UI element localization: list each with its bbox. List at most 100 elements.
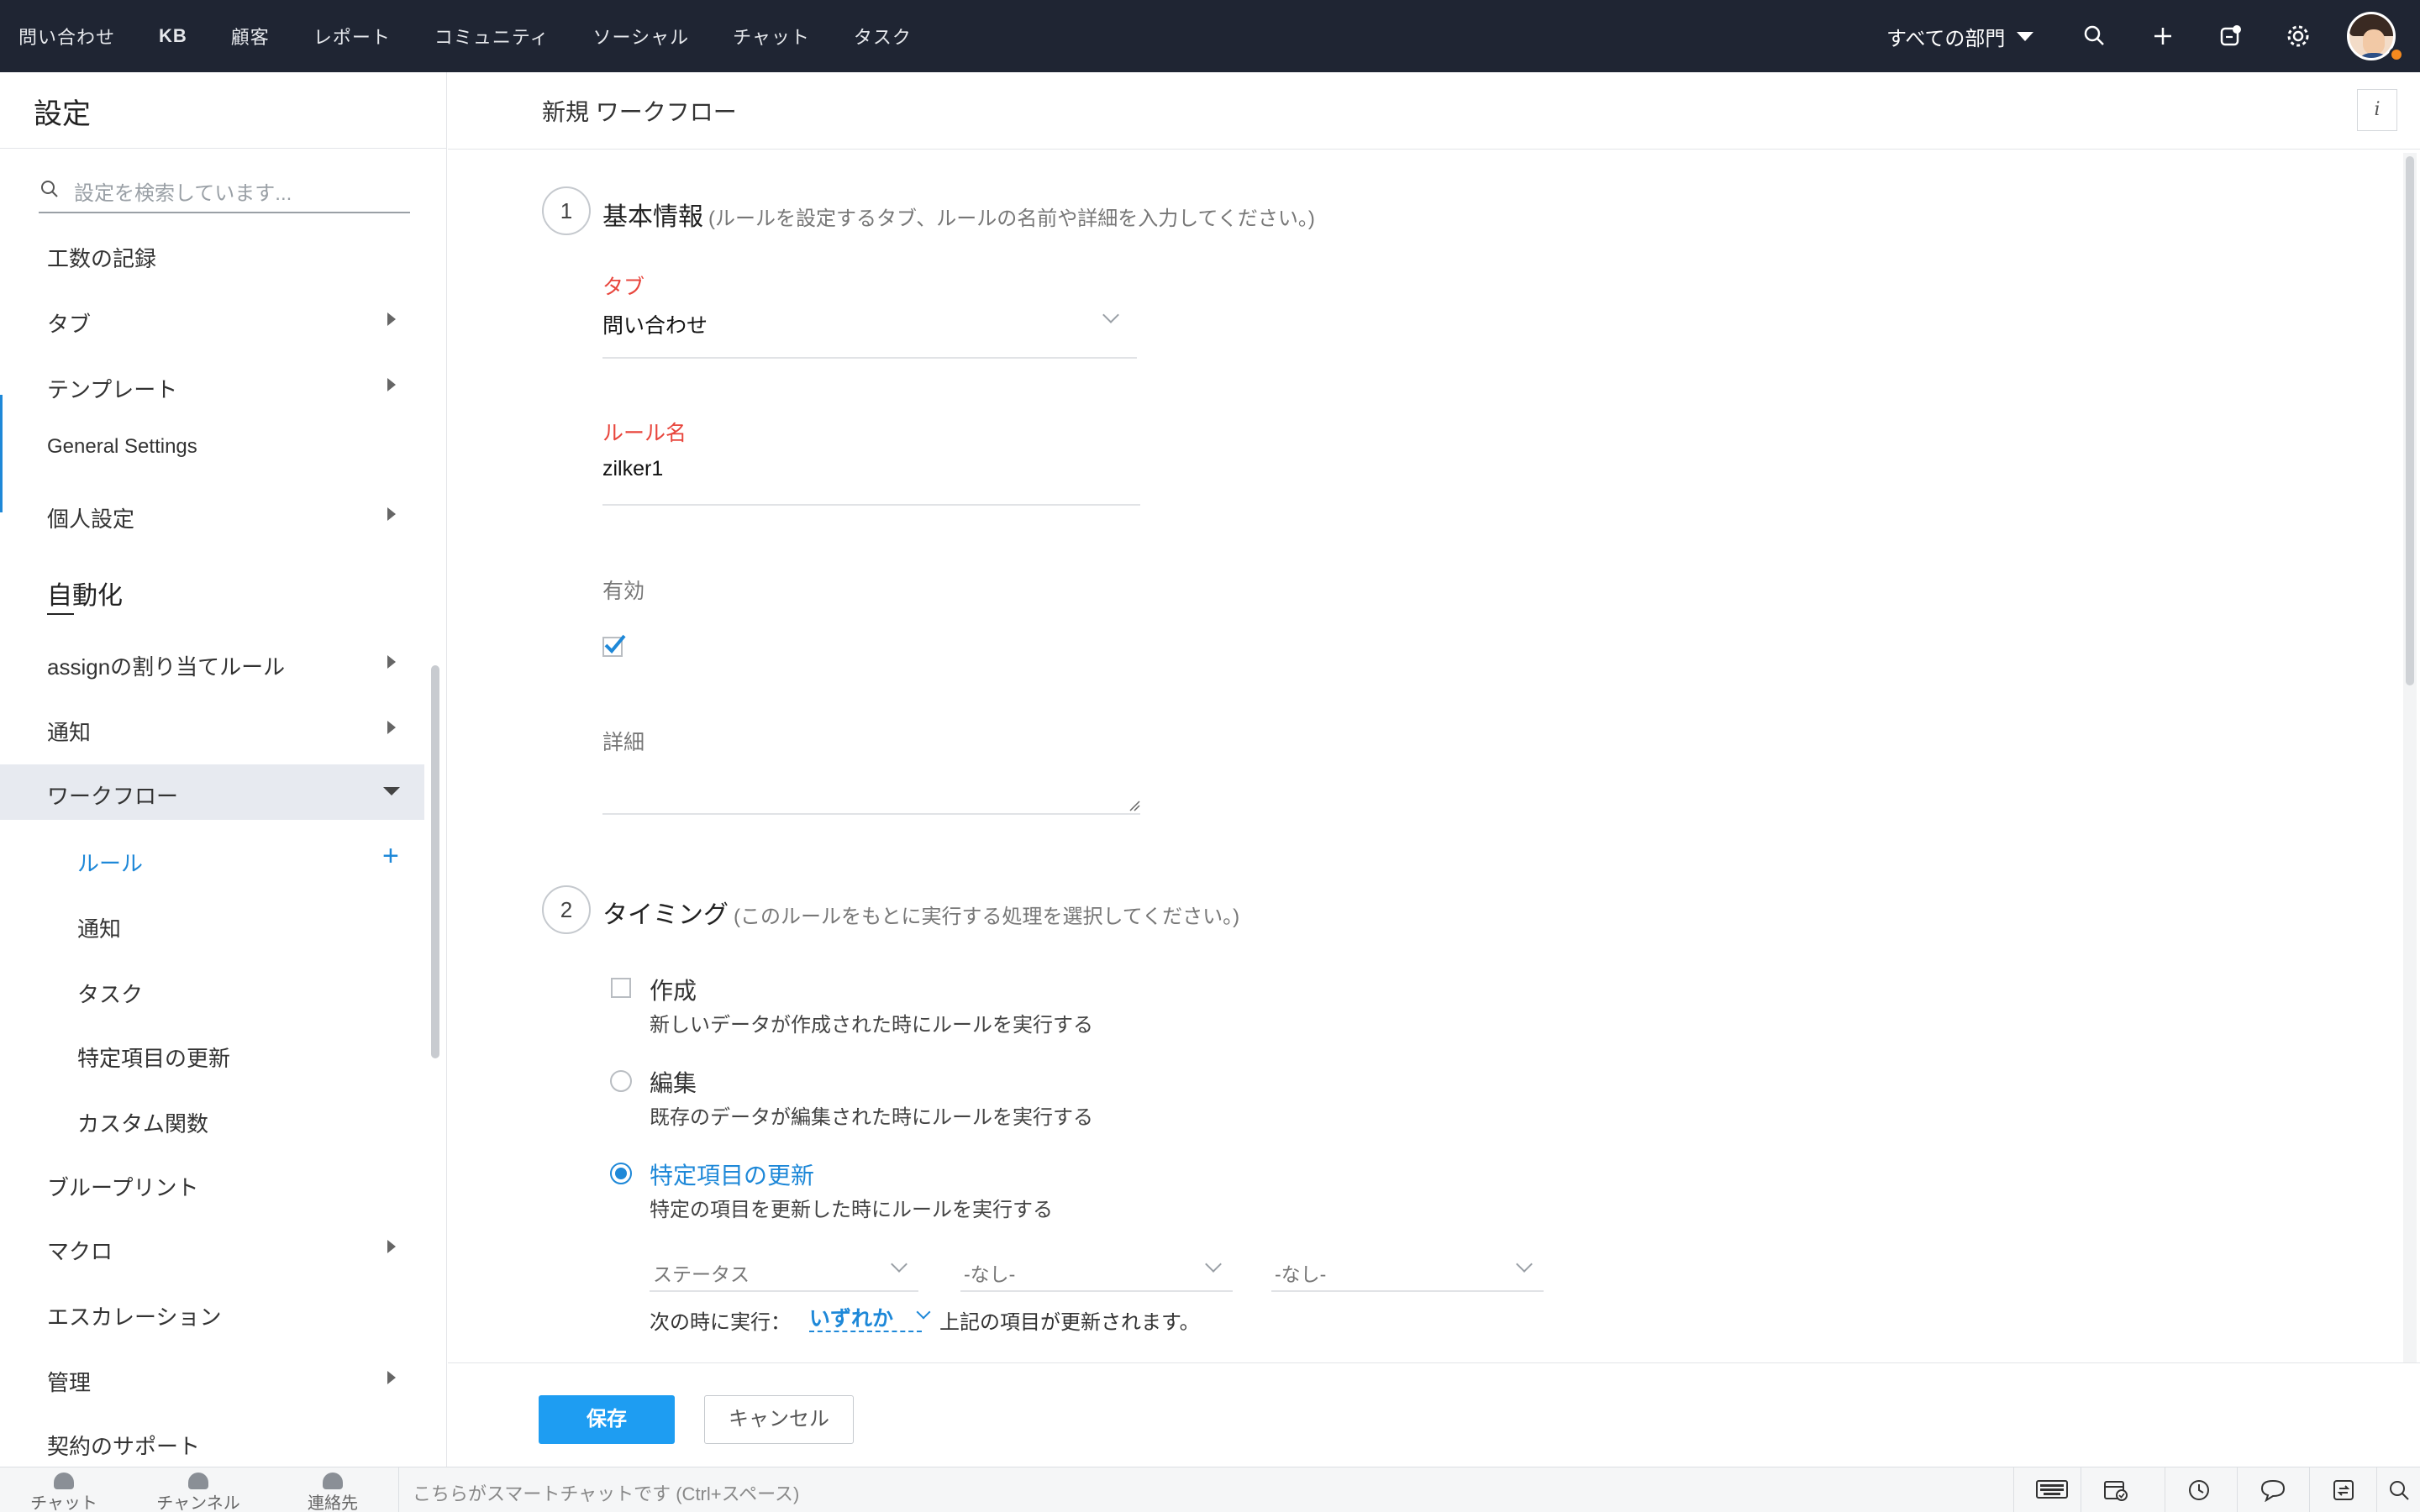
nav-tasks[interactable]: タスク	[854, 23, 912, 50]
sidebar-item-workflow[interactable]: ワークフロー	[0, 764, 424, 820]
sidebar-subitem-custom-functions[interactable]: カスタム関数	[0, 1092, 424, 1147]
chevron-right-icon	[387, 507, 396, 521]
step-1-heading: 基本情報 (ルールを設定するタブ、ルールの名前や詳細を入力してください。)	[602, 196, 1315, 233]
share-icon[interactable]	[2309, 1467, 2376, 1512]
create-checkbox[interactable]	[611, 978, 631, 998]
plus-icon[interactable]	[2149, 23, 2176, 50]
bottom-search-icon[interactable]	[2376, 1467, 2420, 1512]
smart-chat-input[interactable]: こちらがスマートチャットです (Ctrl+スペース)	[398, 1467, 2013, 1512]
tab-select[interactable]: 問い合わせ	[602, 307, 1137, 358]
option-create-desc: 新しいデータが作成された時にルールを実行する	[650, 1014, 1093, 1037]
nav-reports[interactable]: レポート	[313, 23, 391, 50]
rule-name-label: ルール名	[602, 422, 687, 445]
sidebar-subitem-notifications[interactable]: 通知	[0, 897, 424, 953]
chevron-right-icon	[387, 655, 396, 669]
nav-customers[interactable]: 顧客	[231, 23, 270, 50]
run-after-text: 上記の項目が更新されます。	[939, 1311, 1200, 1334]
field-select-2[interactable]: -なし-	[960, 1250, 1233, 1292]
bottom-tab-label: チャット	[30, 1494, 97, 1512]
bottom-tab-channels[interactable]: チャンネル	[148, 1467, 249, 1512]
main-scrollbar[interactable]	[2403, 153, 2417, 1368]
main-panel: 新規 ワークフロー i 1 基本情報 (ルールを設定するタブ、ルールの名前や詳細を…	[448, 72, 2420, 1467]
step-1-title: 基本情報	[602, 203, 703, 231]
cancel-button[interactable]: キャンセル	[704, 1395, 854, 1444]
save-button[interactable]: 保存	[539, 1395, 675, 1444]
detail-textarea[interactable]	[602, 763, 1140, 815]
sidebar-item-label: 工数の記録	[47, 246, 157, 271]
run-condition-value: いずれか	[809, 1307, 894, 1331]
chevron-down-icon	[1516, 1256, 1533, 1273]
option-create-title: 作成	[650, 978, 697, 1004]
resize-handle-icon[interactable]	[1128, 800, 1140, 811]
nav-kb[interactable]: KB	[159, 25, 187, 47]
step-2-number: 2	[542, 885, 591, 934]
department-label: すべての部門	[1886, 27, 2006, 50]
add-rule-icon[interactable]: +	[382, 842, 399, 870]
field-select-3[interactable]: -なし-	[1271, 1250, 1544, 1292]
sidebar-item-label: タブ	[47, 312, 92, 337]
smart-chat-placeholder: こちらがスマートチャットです (Ctrl+スペース)	[413, 1483, 800, 1504]
calendar-check-icon[interactable]	[2081, 1467, 2148, 1512]
chevron-right-icon	[387, 312, 396, 326]
search-icon[interactable]	[2081, 23, 2108, 50]
sidebar-item-notifications[interactable]: 通知	[0, 701, 424, 756]
sidebar-item-management[interactable]: 管理	[0, 1351, 424, 1406]
sidebar-item-templates[interactable]: テンプレート	[0, 358, 424, 413]
rule-name-field[interactable]: zilker1	[602, 457, 663, 481]
top-bar: 問い合わせ KB 顧客 レポート コミュニティ ソーシャル チャット タスク す…	[0, 0, 2420, 72]
step-2-hint: (このルールをもとに実行する処理を選択してください。)	[734, 906, 1240, 928]
notification-icon[interactable]	[2217, 23, 2244, 50]
field-update-radio[interactable]	[610, 1163, 632, 1184]
chat-bubbles-icon[interactable]	[2237, 1467, 2304, 1512]
bottom-tabs: チャット チャンネル 連絡先	[0, 1467, 398, 1512]
clock-icon[interactable]	[2165, 1467, 2232, 1512]
nav-tickets[interactable]: 問い合わせ	[18, 23, 115, 50]
sidebar-item-escalation[interactable]: エスカレーション	[0, 1285, 424, 1341]
info-button[interactable]: i	[2357, 89, 2397, 131]
sidebar-subitem-rules[interactable]: ルール +	[0, 832, 424, 887]
caret-down-icon	[383, 787, 400, 795]
section-heading-automation: 自動化	[47, 582, 123, 610]
sidebar-item-general-settings[interactable]: General Settings	[0, 420, 424, 475]
sidebar-item-contract-support[interactable]: 契約のサポート	[0, 1415, 424, 1470]
settings-search-input[interactable]: 設定を検索しています...	[39, 168, 410, 213]
main-header: 新規 ワークフロー i	[448, 72, 2420, 150]
step-2-title: タイミング	[602, 901, 729, 929]
detail-label: 詳細	[602, 731, 645, 754]
sidebar-item-assignment-rules[interactable]: assignの割り当てルール	[0, 635, 424, 690]
sidebar-item-label: 特定項目の更新	[77, 1046, 231, 1071]
sidebar-item-personal-settings[interactable]: 個人設定	[0, 487, 424, 543]
sidebar-scrollbar[interactable]	[431, 665, 439, 1058]
sidebar-item-label: General Settings	[47, 435, 197, 458]
tab-label: タブ	[602, 276, 645, 299]
search-placeholder: 設定を検索しています...	[74, 182, 292, 205]
scrollbar-thumb[interactable]	[2406, 156, 2414, 685]
sidebar-item-tabs[interactable]: タブ	[0, 292, 424, 348]
divider	[0, 148, 447, 149]
status-dot	[2389, 47, 2404, 62]
nav-chat[interactable]: チャット	[733, 23, 810, 50]
gear-icon[interactable]	[2285, 23, 2312, 50]
keyboard-icon[interactable]	[2013, 1467, 2081, 1512]
sidebar-subitem-field-updates[interactable]: 特定項目の更新	[0, 1026, 424, 1082]
sidebar-item-blueprint[interactable]: ブループリント	[0, 1156, 424, 1211]
chevron-down-icon	[916, 1305, 931, 1320]
sidebar-subitem-tasks[interactable]: タスク	[0, 963, 424, 1018]
field-select-1[interactable]: ステータス	[650, 1250, 918, 1292]
sidebar-item-label: カスタム関数	[77, 1111, 209, 1137]
sidebar-item-macros[interactable]: マクロ	[0, 1220, 424, 1275]
bottom-tab-chat[interactable]: チャット	[13, 1467, 114, 1512]
sidebar-item-label: 管理	[47, 1370, 92, 1395]
nav-community[interactable]: コミュニティ	[434, 23, 550, 50]
nav-social[interactable]: ソーシャル	[593, 23, 690, 50]
sidebar-item-time-tracking[interactable]: 工数の記録	[0, 227, 424, 282]
department-selector[interactable]: すべての部門	[1886, 0, 2034, 72]
edit-radio[interactable]	[610, 1070, 632, 1092]
field-select-value: ステータス	[653, 1263, 750, 1285]
chat-icon	[54, 1473, 74, 1489]
run-condition-select[interactable]: いずれか	[809, 1302, 931, 1332]
active-checkbox[interactable]	[602, 634, 626, 657]
settings-sidebar: 設定 設定を検索しています... 工数の記録 タブ テンプレート General…	[0, 72, 447, 1467]
sidebar-item-label: ルール	[77, 851, 144, 876]
bottom-tab-contacts[interactable]: 連絡先	[282, 1467, 383, 1512]
